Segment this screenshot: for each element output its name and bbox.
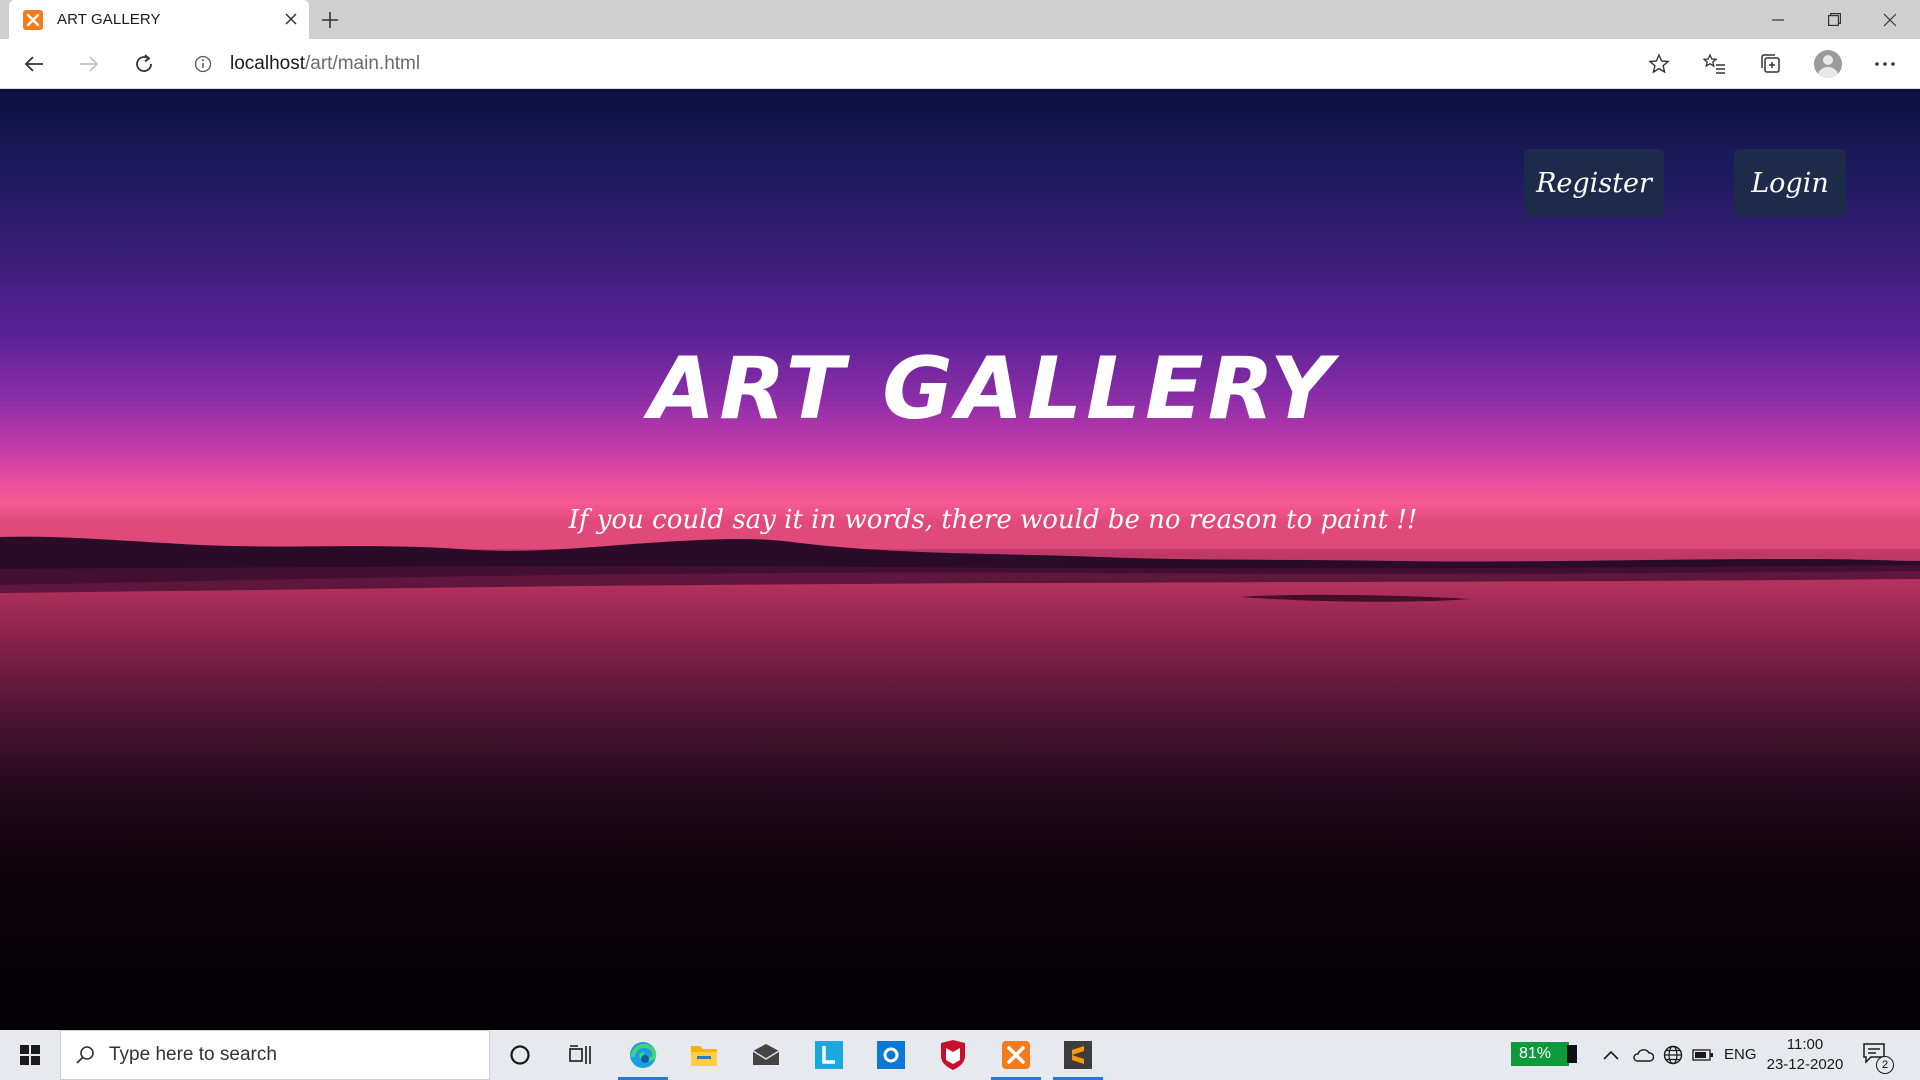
network-globe-icon[interactable] bbox=[1656, 1030, 1690, 1080]
more-menu-icon[interactable] bbox=[1868, 47, 1902, 81]
xampp-icon[interactable] bbox=[985, 1030, 1047, 1080]
windows-taskbar: Type here to search 81% ENG 11:00 23-12-… bbox=[0, 1030, 1920, 1080]
url-text: localhost/art/main.html bbox=[230, 53, 420, 75]
tab-title: ART GALLERY bbox=[57, 11, 161, 28]
browser-tab[interactable]: ART GALLERY bbox=[9, 0, 309, 39]
collections-icon[interactable] bbox=[1754, 47, 1788, 81]
sublime-text-icon[interactable] bbox=[1047, 1030, 1109, 1080]
back-arrow-icon[interactable] bbox=[17, 47, 51, 81]
search-icon bbox=[75, 1045, 95, 1065]
favorites-list-icon[interactable] bbox=[1698, 47, 1732, 81]
notification-count-badge: 2 bbox=[1876, 1056, 1894, 1074]
language-indicator[interactable]: ENG bbox=[1724, 1046, 1757, 1063]
mcafee-icon[interactable] bbox=[922, 1030, 984, 1080]
show-hidden-icons-icon[interactable] bbox=[1594, 1030, 1628, 1080]
xampp-favicon-icon bbox=[23, 9, 43, 30]
search-placeholder: Type here to search bbox=[109, 1044, 277, 1065]
url-path: /art/main.html bbox=[305, 53, 421, 74]
hero-section: Register Login ART GALLERY If you could … bbox=[0, 89, 1920, 1030]
browser-tabstrip: ART GALLERY bbox=[0, 0, 1920, 39]
page-title: ART GALLERY bbox=[648, 339, 1337, 439]
mail-icon[interactable] bbox=[735, 1030, 797, 1080]
windows-start-icon[interactable] bbox=[0, 1030, 60, 1080]
site-info-icon[interactable] bbox=[194, 55, 212, 73]
clock-time: 11:00 bbox=[1786, 1036, 1824, 1053]
register-button[interactable]: Register bbox=[1524, 149, 1664, 217]
forward-arrow-icon[interactable] bbox=[72, 47, 106, 81]
cortana-icon[interactable] bbox=[489, 1030, 551, 1080]
file-explorer-icon[interactable] bbox=[673, 1030, 735, 1080]
login-button[interactable]: Login bbox=[1734, 149, 1846, 217]
taskbar-search-input[interactable]: Type here to search bbox=[60, 1030, 490, 1080]
battery-icon[interactable] bbox=[1686, 1030, 1720, 1080]
browser-toolbar: localhost/art/main.html bbox=[0, 39, 1920, 89]
refresh-icon[interactable] bbox=[127, 47, 161, 81]
minimize-icon[interactable] bbox=[1750, 0, 1806, 39]
edge-browser-icon[interactable] bbox=[612, 1030, 674, 1080]
notifications-icon[interactable]: 2 bbox=[1862, 1042, 1894, 1074]
lake-reflection-background bbox=[0, 549, 1920, 1030]
page-tagline: If you could say it in words, there woul… bbox=[568, 505, 1418, 535]
l-app-icon[interactable] bbox=[798, 1030, 860, 1080]
close-tab-icon[interactable] bbox=[282, 10, 300, 28]
clock[interactable]: 11:00 23-12-2020 bbox=[1762, 1035, 1848, 1075]
url-host: localhost bbox=[230, 53, 305, 74]
o-app-icon[interactable] bbox=[860, 1030, 922, 1080]
restore-icon[interactable] bbox=[1806, 0, 1862, 39]
address-bar[interactable]: localhost/art/main.html bbox=[180, 45, 1680, 83]
clock-date: 23-12-2020 bbox=[1766, 1056, 1844, 1073]
new-tab-icon[interactable] bbox=[318, 8, 342, 32]
profile-avatar-icon[interactable] bbox=[1814, 50, 1842, 78]
favorite-star-icon[interactable] bbox=[1648, 53, 1670, 79]
task-view-icon[interactable] bbox=[549, 1030, 611, 1080]
close-window-icon[interactable] bbox=[1862, 0, 1918, 39]
onedrive-icon[interactable] bbox=[1626, 1030, 1660, 1080]
battery-percent-badge: 81% bbox=[1511, 1042, 1577, 1066]
